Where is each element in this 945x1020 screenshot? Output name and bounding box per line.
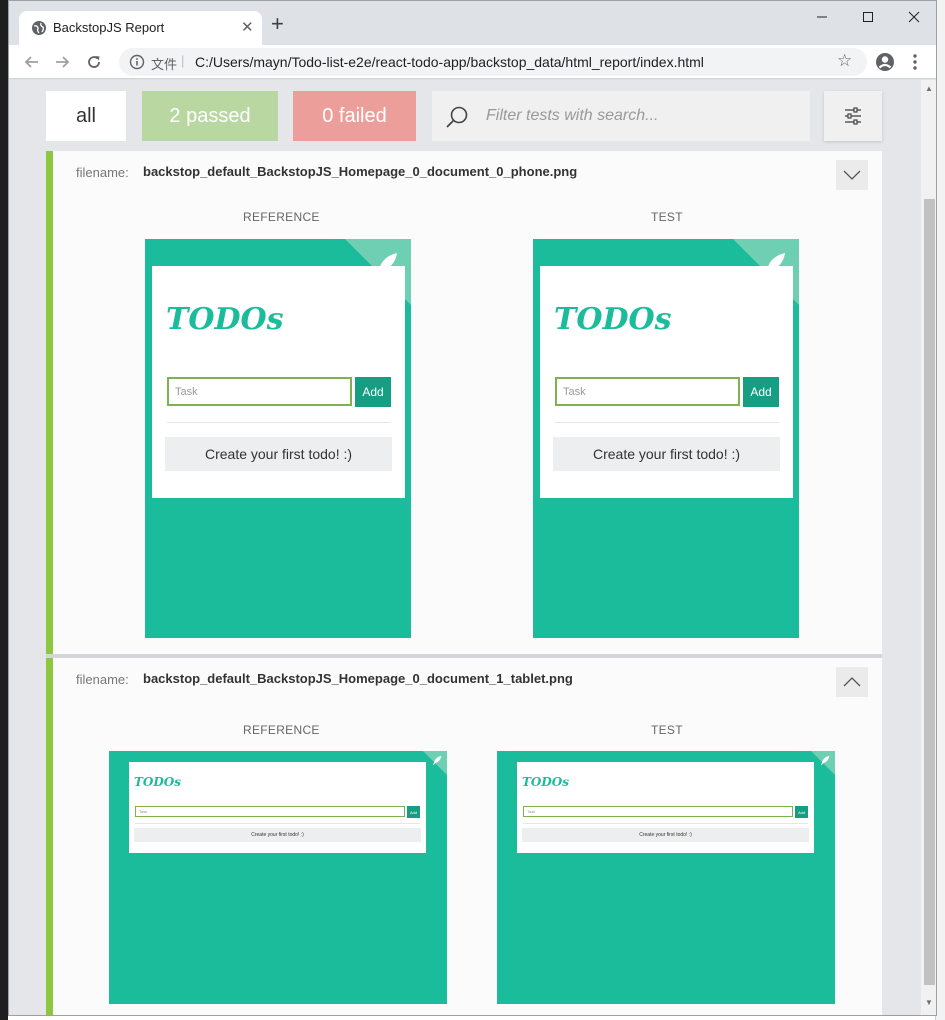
filter-all-button[interactable]: all (46, 91, 126, 141)
back-button[interactable] (21, 51, 43, 73)
new-tab-icon[interactable]: + (271, 13, 284, 35)
settings-button[interactable] (824, 91, 882, 141)
desktop-background-left (0, 0, 8, 1020)
reference-screenshot[interactable]: TODOs Task Add Create your first todo! :… (109, 751, 447, 1004)
test-card-tablet: filename: backstop_default_BackstopJS_Ho… (46, 658, 882, 1015)
empty-state-message: Create your first todo! :) (165, 437, 392, 471)
search-icon (446, 106, 468, 128)
todo-brand-title: TODOs (166, 302, 284, 337)
filter-passed-button[interactable]: 2 passed (142, 91, 278, 141)
panel-divider (523, 823, 808, 824)
reference-column-label: REFERENCE (243, 210, 320, 224)
test-screenshot[interactable]: TODOs Task Add Create your first todo! :… (533, 239, 799, 638)
test-column-label: TEST (651, 723, 683, 737)
task-input: Task (555, 377, 740, 406)
test-screenshot[interactable]: TODOs Task Add Create your first todo! :… (497, 751, 835, 1004)
scroll-up-arrow-icon[interactable]: ▲ (925, 84, 933, 93)
expand-toggle-button[interactable] (836, 667, 868, 697)
tab-close-icon[interactable]: ✕ (241, 18, 254, 36)
reference-column-label: REFERENCE (243, 723, 320, 737)
add-button: Add (407, 806, 420, 818)
scroll-down-arrow-icon[interactable]: ▼ (925, 998, 933, 1007)
filter-failed-button[interactable]: 0 failed (293, 91, 416, 141)
task-input: Task (523, 806, 793, 817)
leaf-icon (432, 755, 442, 765)
panel-divider (167, 422, 391, 423)
collapse-toggle-button[interactable] (836, 160, 868, 190)
filename-label: filename: (76, 165, 129, 180)
tab-backstop-report[interactable]: BackstopJS Report ✕ (19, 11, 262, 45)
chevron-up-icon (843, 677, 861, 687)
profile-avatar-icon[interactable] (875, 52, 895, 72)
scrollbar-thumb[interactable] (924, 199, 935, 985)
filename-label: filename: (76, 672, 129, 687)
close-icon (908, 11, 920, 23)
arrow-left-icon (24, 56, 38, 68)
todo-brand-title: TODOs (554, 302, 672, 337)
todo-brand-title: TODOs (134, 775, 181, 789)
todo-brand-title: TODOs (522, 775, 569, 789)
todo-panel: TODOs Task Add Create your first todo! :… (129, 762, 426, 853)
window-close-button[interactable] (891, 5, 936, 29)
task-input: Task (135, 806, 405, 817)
info-icon[interactable] (129, 54, 145, 70)
leaf-icon (820, 755, 830, 765)
task-input: Task (167, 377, 352, 406)
address-separator: | (181, 53, 185, 68)
address-toolbar: 文件 | C:/Users/mayn/Todo-list-e2e/react-t… (9, 45, 936, 79)
arrow-right-icon (56, 56, 70, 68)
reference-screenshot[interactable]: TODOs Task Add Create your first todo! :… (145, 239, 411, 638)
tab-title: BackstopJS Report (53, 20, 165, 35)
todo-panel: TODOs Task Add Create your first todo! :… (152, 266, 405, 498)
todo-panel: TODOs Task Add Create your first todo! :… (540, 266, 793, 498)
page-scrollbar[interactable]: ▲ ▼ (921, 80, 936, 1015)
file-scheme-label: 文件 (151, 57, 178, 72)
filename-value: backstop_default_BackstopJS_Homepage_0_d… (143, 671, 573, 686)
kebab-menu-icon[interactable] (907, 53, 923, 71)
address-bar[interactable]: 文件 | C:/Users/mayn/Todo-list-e2e/react-t… (119, 48, 867, 76)
sliders-icon (845, 107, 861, 125)
reload-icon (88, 56, 100, 68)
window-minimize-button[interactable] (799, 5, 845, 29)
globe-icon (32, 21, 46, 35)
test-column-label: TEST (651, 210, 683, 224)
forward-button[interactable] (51, 51, 73, 73)
tab-strip: BackstopJS Report ✕ + (9, 1, 936, 45)
browser-window: BackstopJS Report ✕ + 文件 | C:/Users/mayn… (8, 0, 937, 1016)
search-input[interactable] (486, 104, 796, 128)
test-card-phone: filename: backstop_default_BackstopJS_Ho… (46, 151, 882, 654)
add-button: Add (355, 377, 391, 407)
bookmark-star-icon[interactable]: ☆ (837, 52, 852, 70)
filename-value: backstop_default_BackstopJS_Homepage_0_d… (143, 164, 578, 179)
panel-divider (555, 422, 779, 423)
window-maximize-button[interactable] (845, 5, 891, 29)
empty-state-message: Create your first todo! :) (134, 828, 421, 842)
empty-state-message: Create your first todo! :) (553, 437, 780, 471)
maximize-icon (863, 12, 873, 22)
panel-divider (135, 823, 420, 824)
url-text[interactable]: C:/Users/mayn/Todo-list-e2e/react-todo-a… (195, 54, 704, 70)
empty-state-message: Create your first todo! :) (522, 828, 809, 842)
add-button: Add (743, 377, 779, 407)
report-page: all 2 passed 0 failed filename: backstop… (9, 80, 921, 1015)
reload-button[interactable] (83, 51, 105, 73)
search-box (432, 91, 810, 141)
add-button: Add (795, 806, 808, 818)
minimize-icon (817, 16, 827, 18)
chevron-down-icon (843, 170, 861, 180)
todo-panel: TODOs Task Add Create your first todo! :… (517, 762, 814, 853)
